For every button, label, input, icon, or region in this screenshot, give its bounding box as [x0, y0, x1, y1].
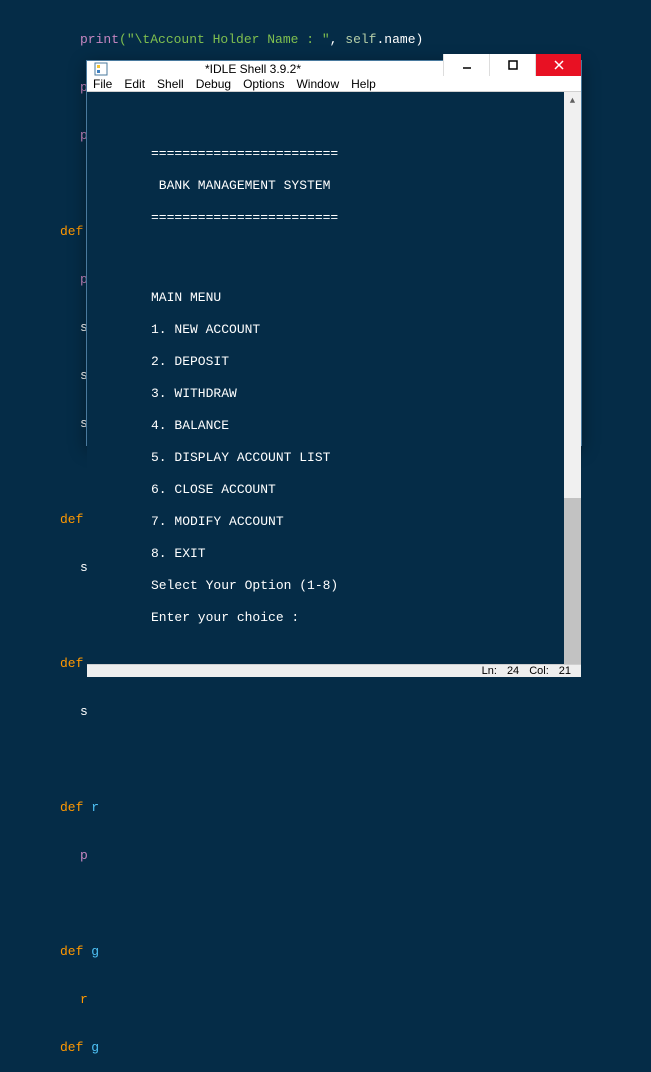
menu-debug[interactable]: Debug	[196, 77, 231, 91]
def-kw: def	[60, 944, 91, 959]
vertical-scrollbar[interactable]	[564, 109, 581, 664]
shell-line: 2. DEPOSIT	[95, 354, 573, 370]
window-titlebar[interactable]: *IDLE Shell 3.9.2*	[87, 61, 581, 77]
menu-file[interactable]: File	[93, 77, 112, 91]
print-call: print	[80, 32, 119, 47]
shell-output-area[interactable]: ======================== BANK MANAGEMENT…	[87, 92, 581, 664]
status-col-value: 21	[559, 665, 571, 677]
window-controls	[443, 54, 581, 76]
scroll-up-arrow-icon[interactable]: ▲	[564, 92, 581, 109]
shell-line: Select Your Option (1-8)	[95, 578, 573, 594]
menu-window[interactable]: Window	[296, 77, 339, 91]
window-title: *IDLE Shell 3.9.2*	[63, 62, 443, 76]
shell-line: 7. MODIFY ACCOUNT	[95, 514, 573, 530]
minimize-button[interactable]	[443, 54, 489, 76]
shell-line: 1. NEW ACCOUNT	[95, 322, 573, 338]
fn-name: g	[91, 1040, 99, 1055]
idle-shell-window: *IDLE Shell 3.9.2* File Edit Shell Debug…	[86, 60, 582, 446]
shell-line: ========================	[95, 210, 573, 226]
shell-line: 4. BALANCE	[95, 418, 573, 434]
status-bar: Ln: 24 Col: 21	[87, 664, 581, 677]
shell-output-text[interactable]: ======================== BANK MANAGEMENT…	[87, 92, 581, 664]
code-text: ,	[330, 32, 346, 47]
fn-name: g	[91, 944, 99, 959]
shell-line: ========================	[95, 146, 573, 162]
shell-line: 6. CLOSE ACCOUNT	[95, 482, 573, 498]
status-ln-label: Ln:	[482, 665, 497, 677]
shell-line: 5. DISPLAY ACCOUNT LIST	[95, 450, 573, 466]
def-kw: def	[60, 1040, 91, 1055]
code-text: .name)	[376, 32, 423, 47]
menu-shell[interactable]: Shell	[157, 77, 184, 91]
shell-line: 3. WITHDRAW	[95, 386, 573, 402]
close-button[interactable]	[535, 54, 581, 76]
menu-edit[interactable]: Edit	[124, 77, 145, 91]
shell-line: 8. EXIT	[95, 546, 573, 562]
maximize-button[interactable]	[489, 54, 535, 76]
self-kw: self	[345, 32, 376, 47]
fn-name: r	[91, 800, 99, 815]
status-ln-value: 24	[507, 665, 519, 677]
status-col-label: Col:	[529, 665, 549, 677]
code-text: s	[80, 704, 88, 719]
shell-line: MAIN MENU	[95, 290, 573, 306]
menu-options[interactable]: Options	[243, 77, 284, 91]
scrollbar-thumb[interactable]	[564, 498, 581, 665]
code-text: p	[80, 848, 88, 863]
shell-line: BANK MANAGEMENT SYSTEM	[95, 178, 573, 194]
string-literal: ("\tAccount Holder Name : "	[119, 32, 330, 47]
shell-line: Enter your choice :	[95, 610, 573, 626]
menu-bar: File Edit Shell Debug Options Window Hel…	[87, 77, 581, 92]
def-kw: def	[60, 800, 91, 815]
menu-help[interactable]: Help	[351, 77, 376, 91]
code-text: r	[80, 992, 88, 1007]
